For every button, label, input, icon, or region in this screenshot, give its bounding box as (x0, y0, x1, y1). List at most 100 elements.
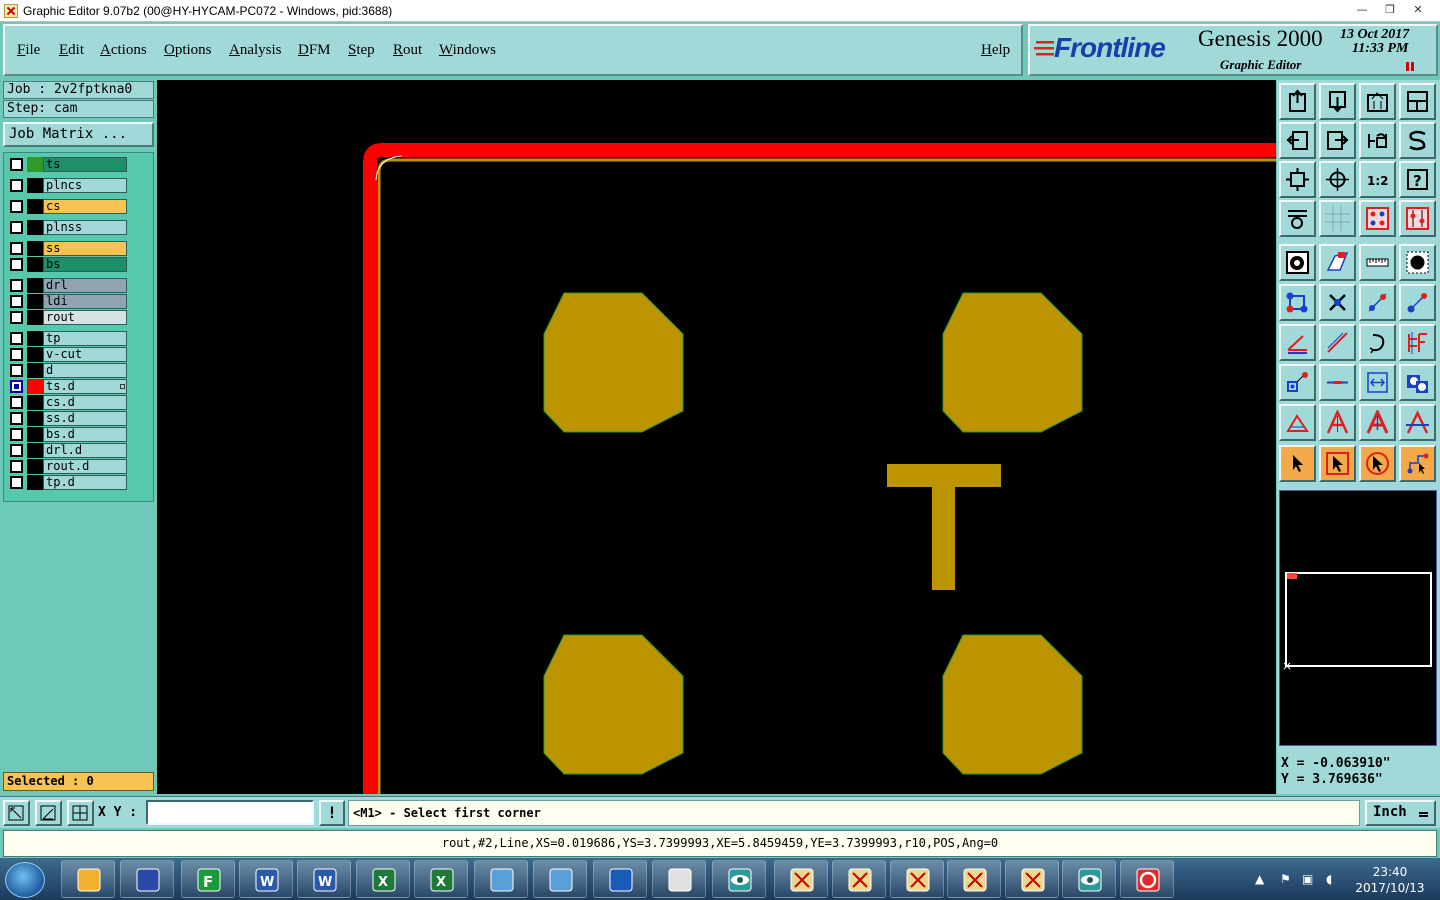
layer-toggle-button[interactable] (1359, 200, 1396, 237)
taskbar-app-graphic-editor[interactable] (832, 860, 886, 898)
taskbar-app-file-manager[interactable] (61, 860, 115, 898)
layer-name[interactable]: plncs (43, 178, 127, 193)
layer-row-ss-d[interactable]: ss.d (8, 411, 127, 426)
layer-name[interactable]: ldi (43, 294, 127, 309)
ruler-button[interactable] (1359, 244, 1396, 281)
layer-color-swatch[interactable] (27, 379, 43, 394)
taskbar-clock[interactable]: 23:40 2017/10/13 (1350, 864, 1430, 896)
line-draw-button[interactable] (1319, 324, 1356, 361)
pan-left-button[interactable] (1279, 122, 1316, 159)
taskbar-app-eye-app[interactable] (1062, 860, 1116, 898)
layer-name[interactable]: v-cut (43, 347, 127, 362)
dot-button[interactable] (1399, 244, 1436, 281)
layer-color-swatch[interactable] (27, 241, 43, 256)
job-matrix-button[interactable]: Job Matrix ... (3, 122, 154, 147)
graphic-canvas[interactable] (157, 80, 1276, 794)
taskbar-app-image-viewer[interactable] (474, 860, 528, 898)
zoom-home-button[interactable] (1279, 83, 1316, 120)
help-query-button[interactable]: ? (1399, 161, 1436, 198)
text-a-button[interactable] (1319, 404, 1356, 441)
fit-center-button[interactable] (1319, 161, 1356, 198)
fit-all-button[interactable] (1279, 161, 1316, 198)
text-a-red-button[interactable] (1359, 404, 1396, 441)
cross-button[interactable] (1319, 284, 1356, 321)
tray-expand-icon[interactable]: ▲ (1255, 872, 1264, 886)
layer-name[interactable]: bs.d (43, 427, 127, 442)
start-button[interactable] (5, 862, 45, 898)
undo-view-button[interactable] (1359, 122, 1396, 159)
menu-actions[interactable]: Actions (100, 42, 147, 59)
layer-color-swatch[interactable] (27, 310, 43, 325)
menu-windows[interactable]: Windows (439, 42, 496, 59)
layer-row-drl-d[interactable]: drl.d (8, 443, 127, 458)
layer-row-ss[interactable]: ss (8, 241, 127, 256)
unit-selector[interactable]: Inch (1365, 800, 1436, 826)
menu-analysis[interactable]: Analysis (229, 42, 282, 59)
layer-name[interactable]: rout.d (43, 459, 127, 474)
layer-checkbox[interactable] (10, 348, 23, 361)
layer-checkbox[interactable] (10, 380, 23, 393)
layer-name[interactable]: tp (43, 331, 127, 346)
layer-color-swatch[interactable] (27, 157, 43, 172)
pointer-net-button[interactable] (1399, 445, 1436, 482)
layer-checkbox[interactable] (10, 444, 23, 457)
pointer-box-button[interactable] (1319, 445, 1356, 482)
layer-color-swatch[interactable] (27, 257, 43, 272)
close-button[interactable]: ✕ (1404, 0, 1432, 19)
layer-checkbox[interactable] (10, 242, 23, 255)
move-pad-button[interactable] (1279, 364, 1316, 401)
menu-file[interactable]: File (17, 42, 40, 59)
zoom-window-button[interactable] (1359, 83, 1396, 120)
overview-map[interactable] (1279, 490, 1437, 746)
layer-name[interactable]: ss.d (43, 411, 127, 426)
layer-row-drl[interactable]: drl (8, 278, 127, 293)
layer-checkbox[interactable] (10, 279, 23, 292)
layer-color-swatch[interactable] (27, 178, 43, 193)
text-small-button[interactable] (1279, 404, 1316, 441)
scale-1-2-button[interactable]: 1:2 (1359, 161, 1396, 198)
tray-network-icon[interactable]: ▣ (1302, 872, 1313, 886)
layer-checkbox[interactable] (10, 221, 23, 234)
layer-row-ts[interactable]: ts (8, 157, 127, 172)
layer-name[interactable]: ts.d (43, 379, 127, 394)
net-button[interactable] (1279, 284, 1316, 321)
layer-name[interactable]: plnss (43, 220, 127, 235)
layer-color-swatch[interactable] (27, 220, 43, 235)
layer-checkbox[interactable] (10, 412, 23, 425)
layer-row-cs[interactable]: cs (8, 199, 127, 214)
layer-color-swatch[interactable] (27, 347, 43, 362)
layer-row-cs-d[interactable]: cs.d (8, 395, 127, 410)
layer-row-plncs[interactable]: plncs (8, 178, 127, 193)
taskbar-app-document[interactable] (652, 860, 706, 898)
layer-name[interactable]: bs (43, 257, 127, 272)
pan-right-button[interactable] (1319, 122, 1356, 159)
layer-checkbox[interactable] (10, 428, 23, 441)
menu-options[interactable]: Options (164, 42, 212, 59)
layer-row-ts-d[interactable]: ts.d (8, 379, 127, 394)
layer-checkbox[interactable] (10, 460, 23, 473)
xy-input[interactable] (146, 800, 314, 825)
pad-select-button[interactable] (1279, 244, 1316, 281)
warning-button[interactable]: ! (319, 800, 345, 826)
layer-color-swatch[interactable] (27, 278, 43, 293)
layer-color-swatch[interactable] (27, 294, 43, 309)
shapes-button[interactable] (1399, 364, 1436, 401)
grid-button[interactable] (1319, 200, 1356, 237)
pad-top-right[interactable] (942, 292, 1083, 433)
taskbar-app-excel[interactable]: X (356, 860, 410, 898)
layer-checkbox[interactable] (10, 158, 23, 171)
snap-settings-button[interactable] (1279, 200, 1316, 237)
menu-edit[interactable]: Edit (59, 42, 84, 59)
layer-name[interactable]: tp.d (43, 475, 127, 490)
taskbar-app-graphic-editor[interactable] (1005, 860, 1059, 898)
layer-row-rout[interactable]: rout (8, 310, 127, 325)
taskbar-app-genesis-g[interactable] (1120, 860, 1174, 898)
line-node2-button[interactable] (1399, 284, 1436, 321)
menu-help[interactable]: Help (981, 42, 1010, 59)
pointer-button[interactable] (1279, 445, 1316, 482)
layer-color-swatch[interactable] (27, 459, 43, 474)
tray-flag-icon[interactable]: ⚑ (1280, 872, 1291, 886)
layer-checkbox[interactable] (10, 179, 23, 192)
zoom-region-button[interactable] (1399, 83, 1436, 120)
layer-color-swatch[interactable] (27, 331, 43, 346)
